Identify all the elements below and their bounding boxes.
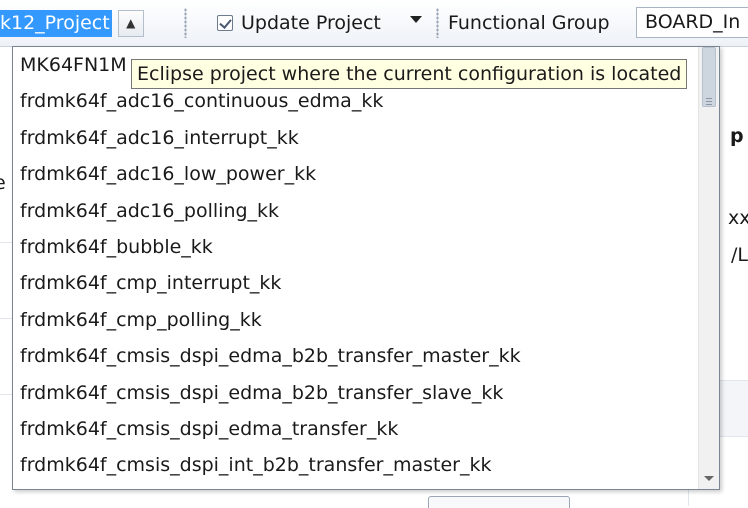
right-panel-text-fragment: xxx (728, 207, 748, 229)
functional-group-field[interactable]: BOARD_In (636, 7, 748, 38)
vertical-scrollbar[interactable] (698, 47, 719, 489)
left-panel-divider (0, 318, 12, 319)
checkbox-icon (217, 15, 233, 31)
dropdown-item[interactable]: frdmk64f_adc16_interrupt_kk (13, 120, 699, 156)
caret-up-icon: ▲ (126, 16, 136, 30)
dropdown-item[interactable]: frdmk64f_cmsis_dspi_edma_b2b_transfer_ma… (13, 338, 699, 374)
project-combo[interactable]: k12_Project ▲ (0, 7, 176, 39)
scrollbar-thumb[interactable] (702, 47, 716, 107)
combo-up-arrow-button[interactable]: ▲ (117, 9, 144, 37)
dropdown-item[interactable]: frdmk64f_cmsis_dspi_int_b2b_transfer_mas… (13, 447, 699, 483)
dropdown-item[interactable]: frdmk64f_adc16_polling_kk (13, 193, 699, 229)
dropdown-item[interactable]: frdmk64f_cmp_polling_kk (13, 302, 699, 338)
project-dropdown-list[interactable]: MK64FN1M frdmk64f_adc16_continuous_edma_k… (12, 46, 720, 490)
update-dropdown-arrow-icon[interactable] (410, 16, 422, 23)
dropdown-item[interactable]: frdmk64f_bubble_kk (13, 229, 699, 265)
left-panel-text-fragment: e (0, 172, 6, 194)
right-panel-text-fragment: p (730, 125, 744, 147)
update-project-button[interactable]: Update Project (217, 8, 381, 38)
dropdown-item[interactable]: frdmk64f_cmsis_dspi_edma_transfer_kk (13, 411, 699, 447)
toolbar: k12_Project ▲ Update Project Functional … (0, 0, 748, 47)
background-button[interactable] (428, 496, 570, 508)
toolbar-grip-icon[interactable] (436, 8, 439, 38)
project-combo-value[interactable]: k12_Project (0, 9, 112, 37)
dropdown-item[interactable]: frdmk64f_cmp_interrupt_kk (13, 265, 699, 301)
update-project-label: Update Project (241, 12, 381, 34)
functional-group-label: Functional Group (448, 12, 610, 34)
left-panel-divider (0, 242, 12, 243)
toolbar-grip-icon[interactable] (184, 8, 187, 38)
left-panel-divider (0, 394, 12, 395)
dropdown-item[interactable]: frdmk64f_adc16_low_power_kk (13, 156, 699, 192)
dropdown-items: MK64FN1M frdmk64f_adc16_continuous_edma_k… (13, 47, 699, 484)
dropdown-item[interactable]: frdmk64f_cmsis_dspi_edma_b2b_transfer_sl… (13, 375, 699, 411)
tooltip: Eclipse project where the current config… (131, 59, 688, 89)
right-panel-text-fragment: /LL (731, 244, 748, 266)
scroll-down-icon[interactable] (704, 476, 714, 481)
